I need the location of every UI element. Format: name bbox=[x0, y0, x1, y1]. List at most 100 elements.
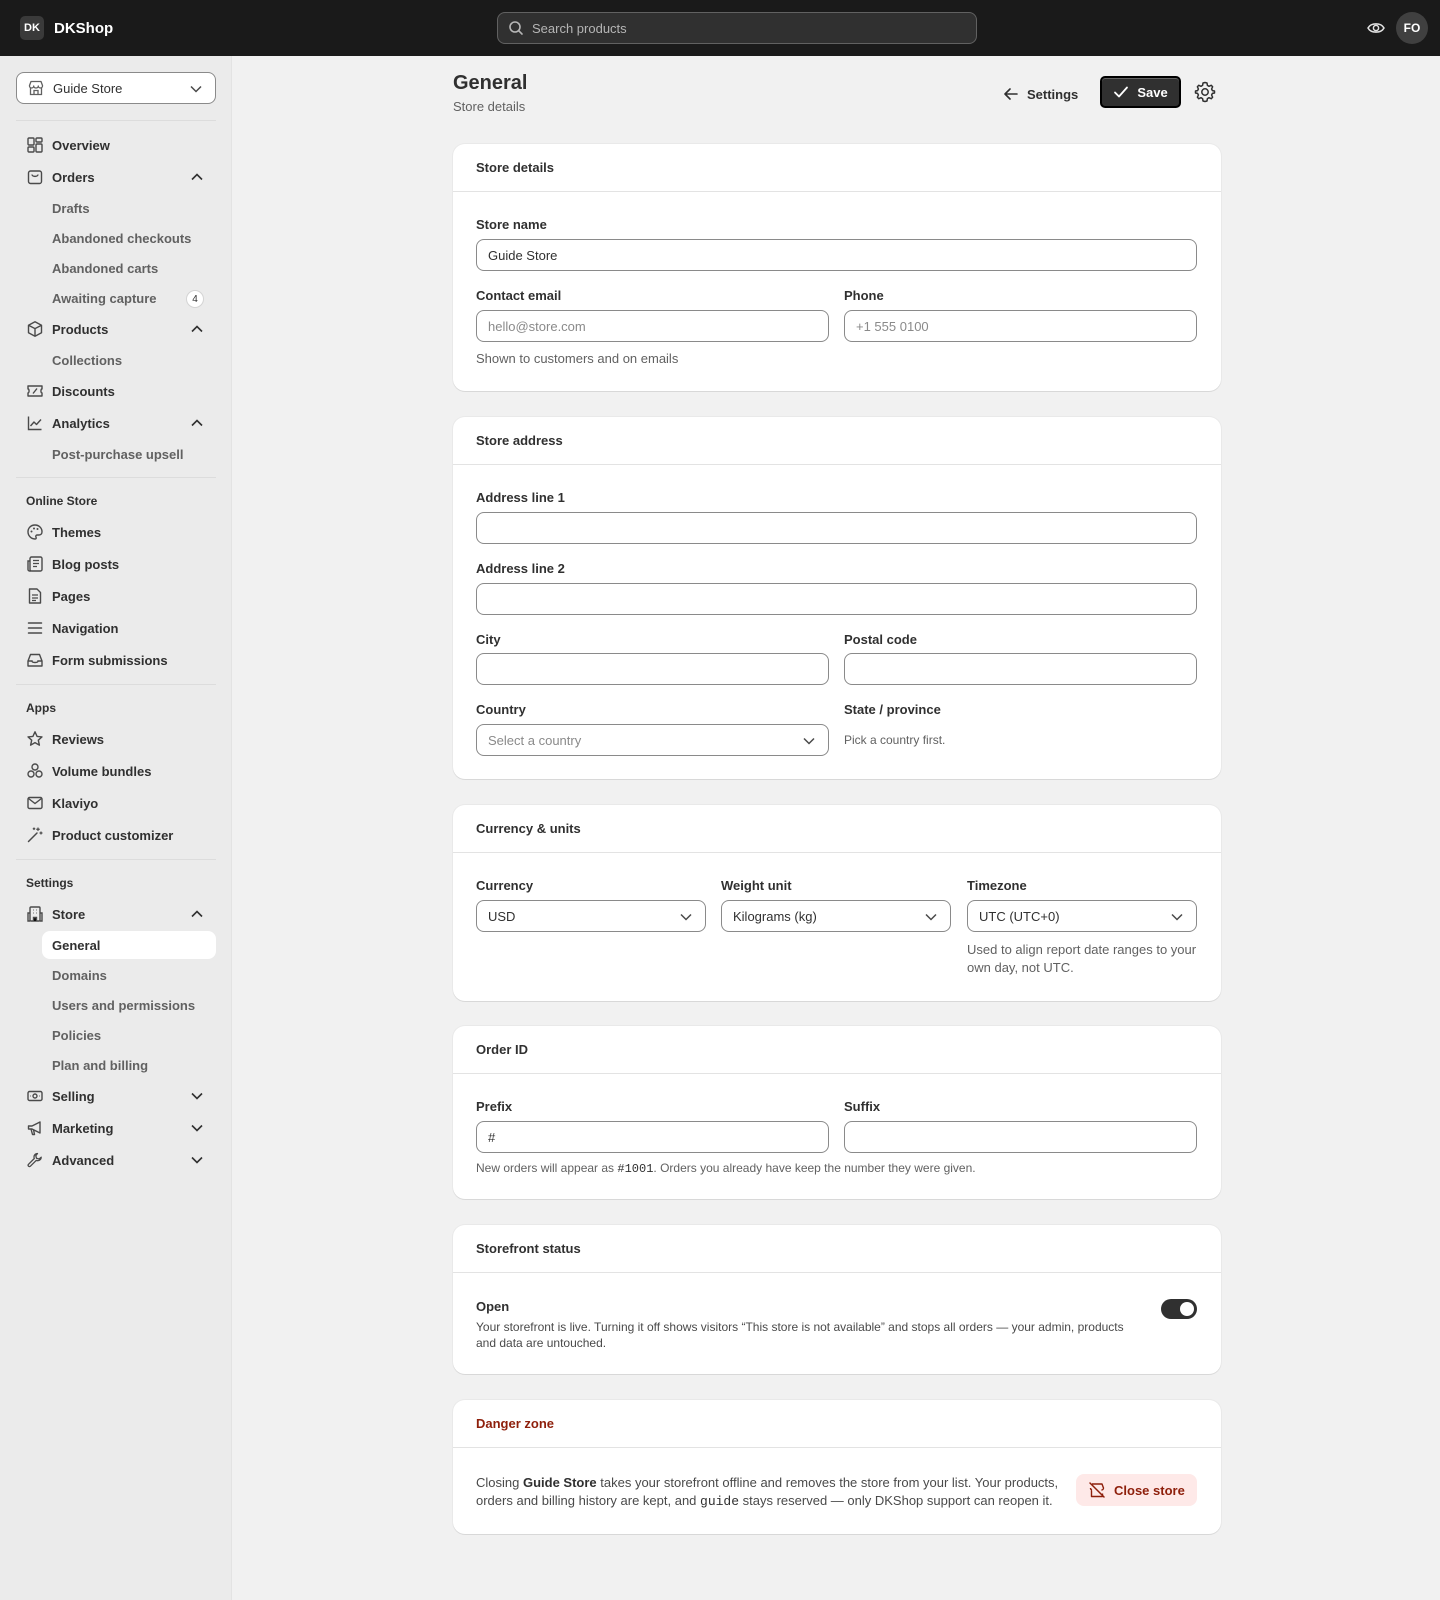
sidebar-item-label: Pages bbox=[52, 588, 91, 604]
timezone-value: UTC (UTC+0) bbox=[979, 908, 1060, 924]
sidebar-item-marketing[interactable]: Marketing bbox=[16, 1112, 216, 1144]
store-name-field[interactable]: Guide Store bbox=[476, 239, 1197, 271]
card-title: Order ID bbox=[453, 1026, 1221, 1074]
sidebar-item-label: Abandoned carts bbox=[52, 260, 159, 276]
storefront-open-label: Open bbox=[476, 1299, 510, 1314]
city-field[interactable] bbox=[476, 653, 829, 685]
chevron-down-icon[interactable] bbox=[190, 1121, 204, 1135]
sidebar-item-users-and-permissions[interactable]: Users and permissions bbox=[16, 990, 216, 1020]
text-part: stays reserved — only DKShop support can… bbox=[739, 1493, 1053, 1508]
sidebar-item-label: Users and permissions bbox=[52, 997, 196, 1013]
sidebar-item-orders[interactable]: Orders bbox=[16, 161, 216, 193]
store-name-label: Store name bbox=[476, 217, 547, 232]
postal-code-field[interactable] bbox=[844, 653, 1197, 685]
close-store-button[interactable]: Close store bbox=[1076, 1474, 1197, 1506]
search-input[interactable]: Search products bbox=[497, 12, 977, 44]
sidebar-item-drafts[interactable]: Drafts bbox=[16, 193, 216, 223]
sidebar-item-pages[interactable]: Pages bbox=[16, 580, 216, 612]
sidebar-item-general[interactable]: General bbox=[42, 931, 216, 959]
address-line-2-field[interactable] bbox=[476, 583, 1197, 615]
sidebar-item-label: Volume bundles bbox=[52, 763, 152, 779]
chevron-down-icon bbox=[803, 737, 815, 745]
country-select[interactable]: Select a country bbox=[476, 724, 829, 756]
suffix-field[interactable] bbox=[844, 1121, 1197, 1153]
close-store-label: Close store bbox=[1114, 1482, 1185, 1498]
sidebar-item-selling[interactable]: Selling bbox=[16, 1080, 216, 1112]
brand-name: DKShop bbox=[54, 19, 114, 37]
sidebar-item-post-purchase-upsell[interactable]: Post-purchase upsell bbox=[16, 439, 216, 469]
sidebar-item-klaviyo[interactable]: Klaviyo bbox=[16, 787, 216, 819]
check-icon bbox=[1114, 86, 1129, 98]
phone-placeholder: +1 555 0100 bbox=[856, 318, 929, 334]
sidebar-item-awaiting-capture[interactable]: Awaiting capture 4 bbox=[16, 283, 216, 313]
sidebar-item-label: Reviews bbox=[52, 731, 105, 747]
orders-bag-icon bbox=[27, 170, 43, 185]
sidebar-item-reviews[interactable]: Reviews bbox=[16, 723, 216, 755]
weight-unit-select[interactable]: Kilograms (kg) bbox=[721, 900, 951, 932]
back-to-settings-button[interactable]: Settings bbox=[1003, 82, 1078, 106]
top-bar: DK DKShop Search products FO bbox=[0, 0, 1440, 56]
sidebar-item-label: Themes bbox=[52, 524, 102, 540]
address-line-1-field[interactable] bbox=[476, 512, 1197, 544]
sidebar-item-volume-bundles[interactable]: Volume bundles bbox=[16, 755, 216, 787]
sidebar-item-store[interactable]: Store bbox=[16, 898, 216, 930]
chevron-up-icon[interactable] bbox=[190, 907, 204, 921]
sidebar-item-products[interactable]: Products bbox=[16, 313, 216, 345]
blog-icon bbox=[27, 556, 43, 572]
sidebar-item-navigation[interactable]: Navigation bbox=[16, 612, 216, 644]
sidebar-item-discounts[interactable]: Discounts bbox=[16, 375, 216, 407]
chevron-down-icon[interactable] bbox=[190, 1153, 204, 1167]
gear-icon[interactable] bbox=[1194, 81, 1216, 103]
sidebar-item-label: Product customizer bbox=[52, 827, 174, 843]
toggle-knob bbox=[1180, 1302, 1194, 1316]
sidebar-item-plan-and-billing[interactable]: Plan and billing bbox=[16, 1050, 216, 1080]
chevron-up-icon[interactable] bbox=[190, 170, 204, 184]
address-line-1-label: Address line 1 bbox=[476, 490, 565, 505]
sidebar-item-blog-posts[interactable]: Blog posts bbox=[16, 548, 216, 580]
cash-icon bbox=[27, 1090, 43, 1102]
page-header: General Store details Settings Save bbox=[453, 72, 1221, 122]
save-button[interactable]: Save bbox=[1100, 76, 1181, 108]
discount-icon bbox=[27, 385, 43, 397]
divider bbox=[16, 859, 216, 860]
brand-badge: DK bbox=[20, 16, 44, 40]
section-heading-online-store: Online Store bbox=[26, 494, 98, 508]
currency-select[interactable]: USD bbox=[476, 900, 706, 932]
sidebar-item-analytics[interactable]: Analytics bbox=[16, 407, 216, 439]
sidebar-item-form-submissions[interactable]: Form submissions bbox=[16, 644, 216, 676]
sidebar-item-abandoned-carts[interactable]: Abandoned carts bbox=[16, 253, 216, 283]
store-off-icon bbox=[1089, 1482, 1105, 1498]
sidebar-item-abandoned-checkouts[interactable]: Abandoned checkouts bbox=[16, 223, 216, 253]
sidebar-item-label: Discounts bbox=[52, 383, 115, 399]
sidebar-item-collections[interactable]: Collections bbox=[16, 345, 216, 375]
contact-help-text: Shown to customers and on emails bbox=[476, 351, 679, 366]
sidebar-item-product-customizer[interactable]: Product customizer bbox=[16, 819, 216, 851]
sidebar-item-themes[interactable]: Themes bbox=[16, 516, 216, 548]
contact-email-field[interactable]: hello@store.com bbox=[476, 310, 829, 342]
timezone-select[interactable]: UTC (UTC+0) bbox=[967, 900, 1197, 932]
chevron-down-icon[interactable] bbox=[190, 1089, 204, 1103]
sidebar-item-advanced[interactable]: Advanced bbox=[16, 1144, 216, 1176]
brand[interactable]: DK DKShop bbox=[20, 16, 113, 40]
sidebar-item-domains[interactable]: Domains bbox=[16, 960, 216, 990]
store-selector[interactable]: Guide Store bbox=[16, 72, 216, 104]
sidebar-item-policies[interactable]: Policies bbox=[16, 1020, 216, 1050]
weight-unit-value: Kilograms (kg) bbox=[733, 908, 817, 924]
currency-value: USD bbox=[488, 908, 516, 924]
chevron-down-icon bbox=[680, 913, 692, 921]
avatar[interactable]: FO bbox=[1396, 12, 1428, 44]
storefront-open-toggle[interactable] bbox=[1161, 1299, 1197, 1319]
help-text-part: . Orders you already have keep the numbe… bbox=[653, 1161, 976, 1175]
postal-code-label: Postal code bbox=[844, 632, 917, 647]
sidebar-item-label: Navigation bbox=[52, 620, 119, 636]
currency-units-card: Currency & units Currency USD Weight uni… bbox=[453, 805, 1221, 1001]
sidebar-item-label: Marketing bbox=[52, 1120, 114, 1136]
phone-field[interactable]: +1 555 0100 bbox=[844, 310, 1197, 342]
sidebar-item-overview[interactable]: Overview bbox=[16, 129, 216, 161]
chevron-up-icon[interactable] bbox=[190, 322, 204, 336]
sidebar-item-label: Awaiting capture bbox=[52, 290, 157, 306]
chevron-up-icon[interactable] bbox=[190, 416, 204, 430]
prefix-field[interactable]: # bbox=[476, 1121, 829, 1153]
store-address-card: Store address Address line 1 Address lin… bbox=[453, 417, 1221, 779]
eye-icon[interactable] bbox=[1366, 18, 1386, 38]
